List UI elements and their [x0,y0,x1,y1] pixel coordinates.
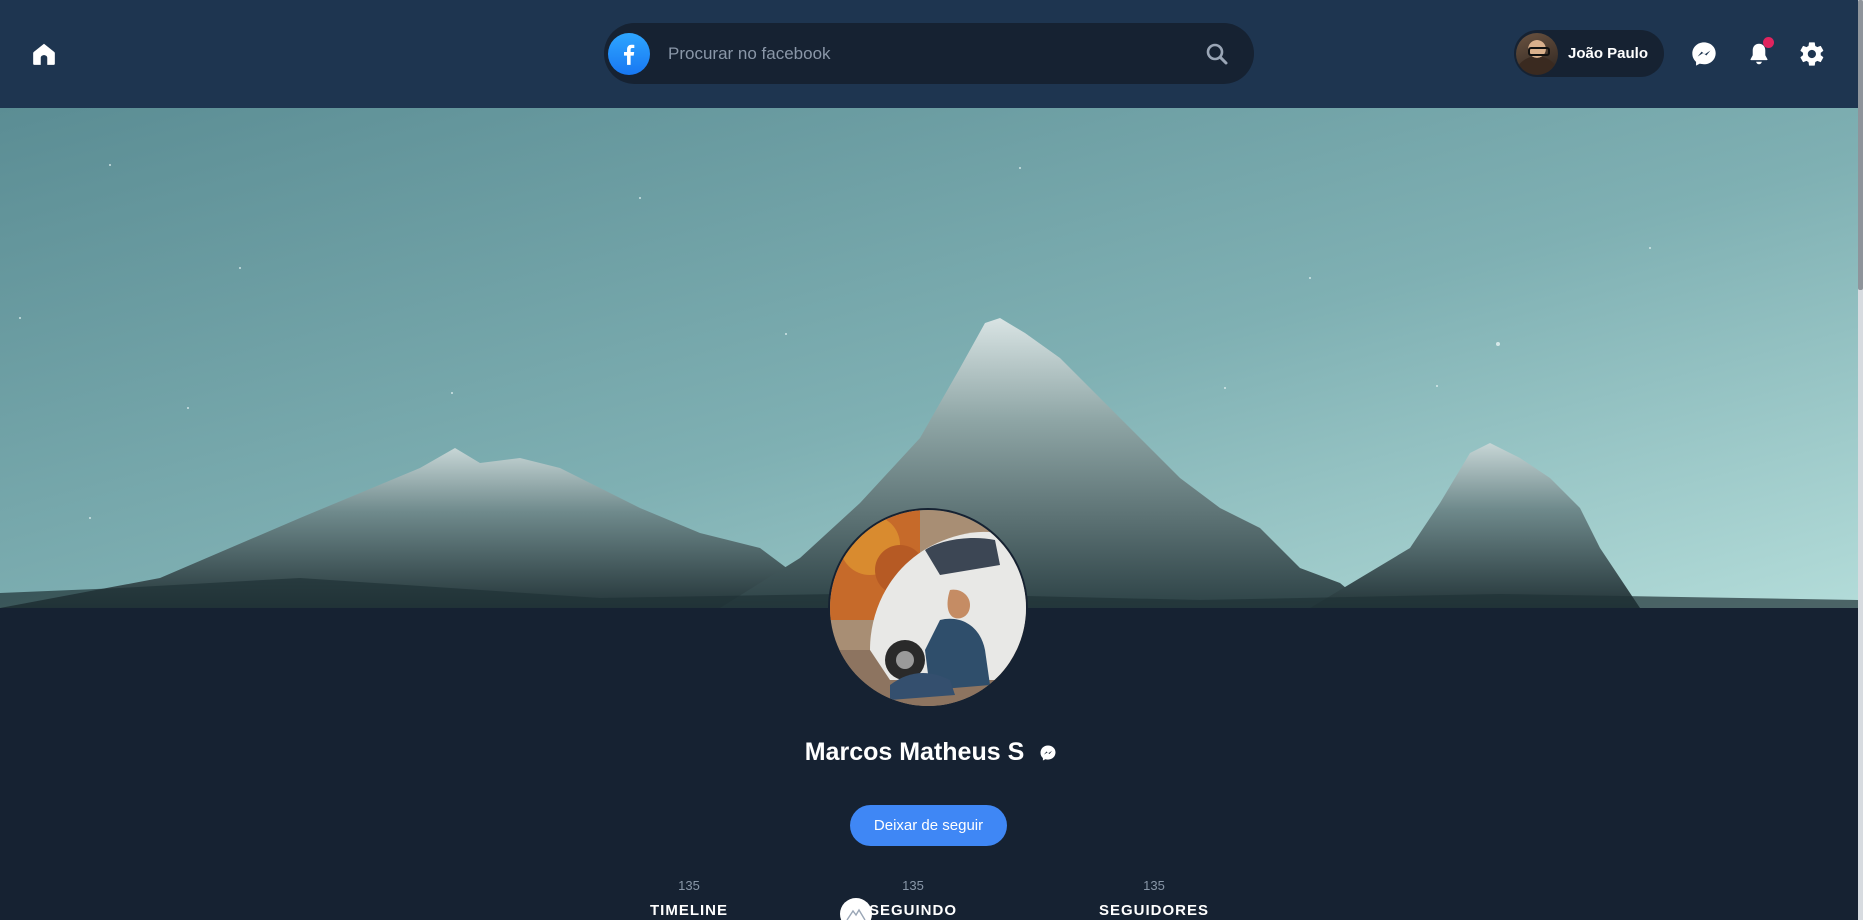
page-scrollbar[interactable] [1858,0,1863,920]
stat-count: 135 [1143,878,1165,893]
search-bar [604,23,1254,84]
user-name: João Paulo [1568,45,1649,62]
profile-message-button[interactable] [1038,743,1058,763]
user-avatar [1516,32,1558,75]
stat-count: 135 [902,878,924,893]
top-navigation-bar: João Paulo [0,0,1858,108]
settings-button[interactable] [1797,39,1827,69]
stat-timeline[interactable]: 135 TIMELINE [609,878,769,919]
stat-count: 135 [678,878,700,893]
profile-name-row: Marcos Matheus S [0,738,1863,767]
search-input[interactable] [650,23,1202,84]
unfollow-button[interactable]: Deixar de seguir [850,805,1007,846]
user-profile-chip[interactable]: João Paulo [1514,30,1664,77]
home-button[interactable] [30,40,58,68]
stat-label: TIMELINE [650,902,728,919]
messenger-icon [1692,42,1716,66]
search-button[interactable] [1202,39,1232,69]
notifications-button[interactable] [1744,37,1774,69]
home-icon [33,43,55,65]
scrollbar-thumb[interactable] [1858,0,1863,290]
stat-label: SEGUIDORES [1098,902,1210,919]
notification-badge [1763,37,1774,48]
search-icon [1206,43,1228,64]
profile-name: Marcos Matheus S [804,738,1025,766]
gear-icon [1800,42,1824,66]
profile-picture[interactable] [828,508,1028,708]
facebook-logo-icon[interactable] [608,32,650,75]
messenger-icon [1040,745,1056,760]
messenger-button[interactable] [1689,39,1719,69]
stat-followers[interactable]: 135 SEGUIDORES [1074,878,1234,919]
